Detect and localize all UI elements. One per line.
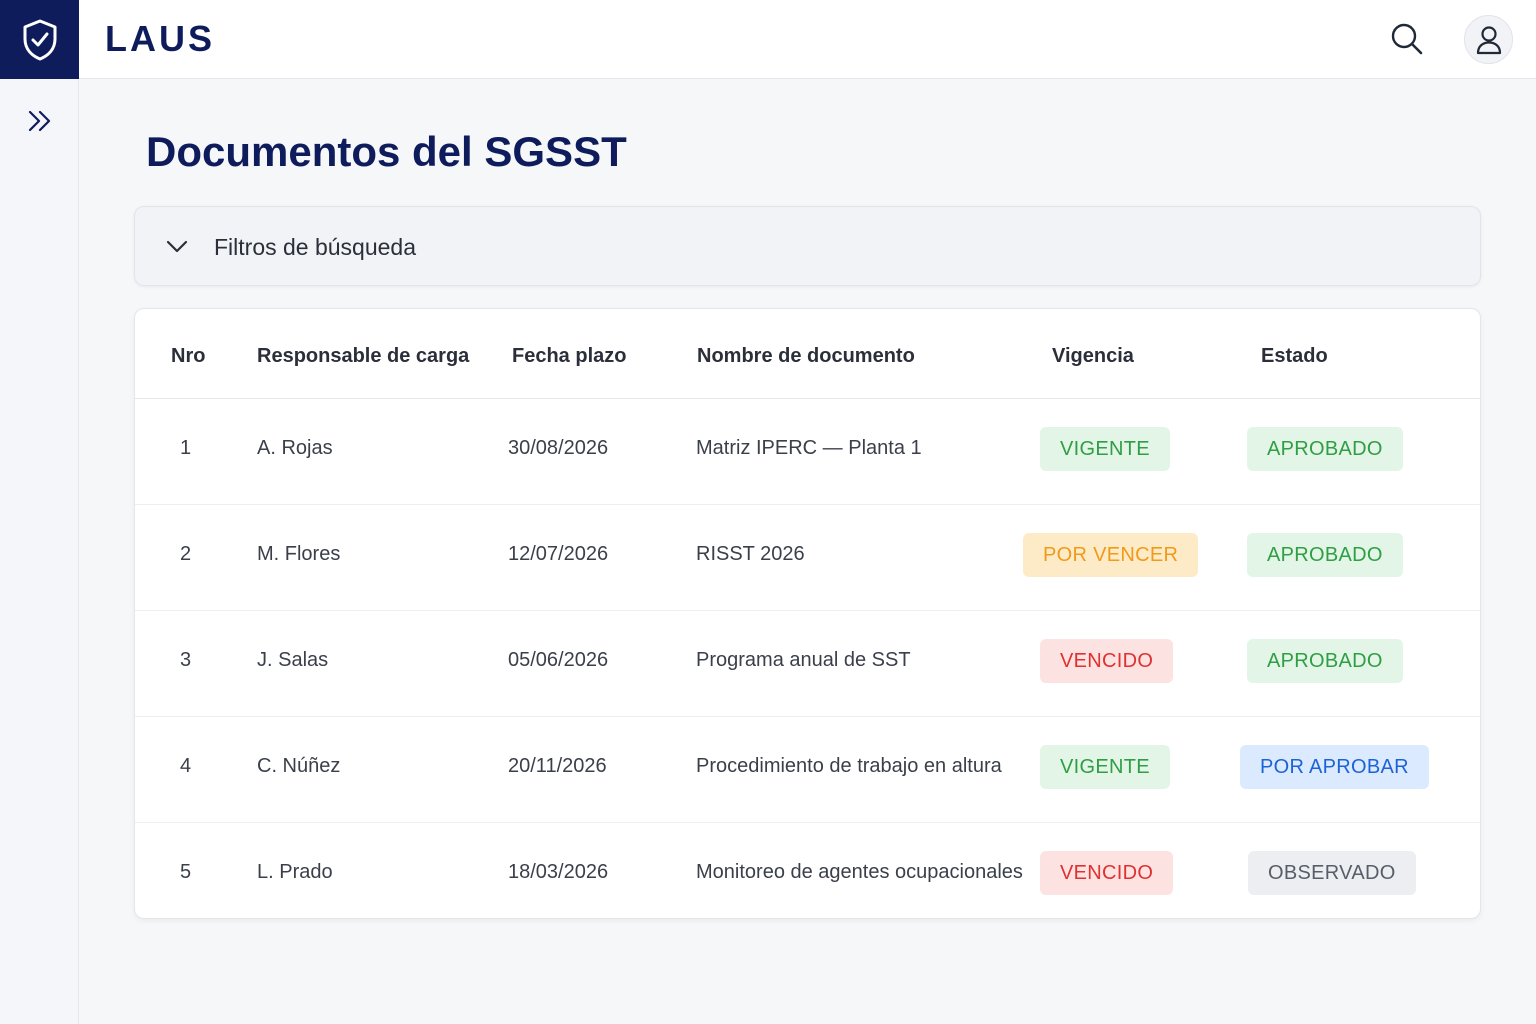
cell-fecha: 05/06/2026 — [508, 649, 609, 671]
vigencia-badge: POR VENCER — [1023, 533, 1199, 577]
header-responsable[interactable]: Responsable de carga — [257, 345, 469, 368]
cell-responsable: J. Salas — [257, 649, 329, 671]
vigencia-badge: VENCIDO — [1040, 639, 1174, 683]
logo[interactable] — [0, 0, 79, 79]
table-row[interactable]: 4 C. Núñez 20/11/2026 Procedimiento de t… — [135, 717, 1480, 823]
table-row[interactable]: 1 A. Rojas 30/08/2026 Matriz IPERC — Pla… — [135, 399, 1480, 505]
table-row[interactable]: 3 J. Salas 05/06/2026 Programa anual de … — [135, 611, 1480, 717]
estado-badge: APROBADO — [1247, 427, 1403, 471]
cell-nro: 4 — [180, 755, 192, 777]
search-icon — [1391, 23, 1423, 55]
filters-label: Filtros de búsqueda — [214, 234, 417, 260]
cell-nro: 5 — [180, 861, 192, 883]
cell-responsable: M. Flores — [257, 543, 341, 565]
cell-nro: 1 — [180, 437, 192, 459]
chevron-down-icon — [166, 240, 188, 253]
top-bar: LAUS — [0, 0, 1536, 79]
shield-check-icon — [23, 19, 56, 60]
cell-responsable: A. Rojas — [257, 437, 333, 459]
estado-badge: APROBADO — [1247, 639, 1403, 683]
header-nombre[interactable]: Nombre de documento — [697, 345, 915, 368]
cell-nombre: Procedimiento de trabajo en altura — [696, 755, 1002, 777]
page-title: Documentos del SGSST — [146, 128, 627, 175]
search-filters-toggle[interactable]: Filtros de búsqueda — [134, 206, 1481, 286]
vigencia-badge: VENCIDO — [1040, 851, 1174, 895]
cell-nombre: Programa anual de SST — [696, 649, 911, 671]
table-row[interactable]: 2 M. Flores 12/07/2026 RISST 2026 POR VE… — [135, 505, 1480, 611]
cell-nro: 3 — [180, 649, 192, 671]
brand-name: LAUS — [105, 18, 215, 59]
estado-badge: OBSERVADO — [1248, 851, 1416, 895]
vigencia-badge: VIGENTE — [1040, 427, 1170, 471]
cell-nro: 2 — [180, 543, 192, 565]
documents-table: Nro Responsable de carga Fecha plazo Nom… — [134, 308, 1481, 919]
cell-responsable: C. Núñez — [257, 755, 341, 777]
search-button[interactable] — [1386, 18, 1428, 60]
user-avatar-button[interactable] — [1464, 15, 1513, 64]
cell-fecha: 18/03/2026 — [508, 861, 609, 883]
chevrons-right-icon — [28, 110, 51, 132]
estado-badge: APROBADO — [1247, 533, 1403, 577]
vigencia-badge: VIGENTE — [1040, 745, 1170, 789]
table-header: Nro Responsable de carga Fecha plazo Nom… — [135, 309, 1480, 399]
user-icon — [1476, 25, 1501, 54]
sidebar — [0, 79, 79, 1024]
cell-fecha: 30/08/2026 — [508, 437, 609, 459]
cell-fecha: 20/11/2026 — [508, 755, 607, 777]
header-nro[interactable]: Nro — [171, 345, 205, 368]
estado-badge: POR APROBAR — [1240, 745, 1429, 789]
cell-fecha: 12/07/2026 — [508, 543, 609, 565]
cell-nombre: RISST 2026 — [696, 543, 805, 565]
header-vigencia[interactable]: Vigencia — [1052, 345, 1134, 368]
header-fecha[interactable]: Fecha plazo — [512, 345, 626, 368]
cell-responsable: L. Prado — [257, 861, 333, 883]
cell-nombre: Monitoreo de agentes ocupacionales — [696, 861, 1023, 883]
header-estado[interactable]: Estado — [1261, 345, 1328, 368]
table-row[interactable]: 5 L. Prado 18/03/2026 Monitoreo de agent… — [135, 823, 1480, 918]
expand-sidebar-button[interactable] — [20, 101, 60, 141]
cell-nombre: Matriz IPERC — Planta 1 — [696, 437, 922, 459]
